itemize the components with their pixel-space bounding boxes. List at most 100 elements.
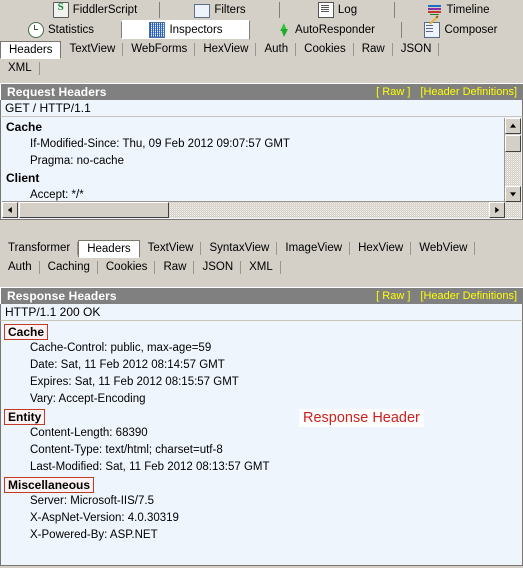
chevron-right-icon	[495, 207, 500, 213]
request-headers-title: Request Headers	[7, 85, 107, 99]
response-tab-transformer[interactable]: Transformer	[0, 240, 79, 257]
main-tab-filters[interactable]: Filters	[160, 0, 280, 20]
response-header-item: X-AspNet-Version: 4.0.30319	[30, 512, 179, 524]
response-header-definitions-link[interactable]: [Header Definitions]	[420, 290, 517, 302]
request-headers-body: Cache If-Modified-Since: Thu, 09 Feb 201…	[0, 117, 523, 220]
request-tab-hexview[interactable]: HexView	[195, 41, 257, 58]
request-tab-textview-label: TextView	[69, 43, 116, 55]
chevron-up-icon	[510, 123, 516, 128]
response-headers-list: Cache Cache-Control: public, max-age=59 …	[1, 321, 522, 544]
request-group-client-row: Client	[4, 170, 522, 187]
request-horizontal-scrollbar[interactable]	[2, 201, 505, 218]
response-tab-textview[interactable]: TextView	[139, 240, 202, 257]
request-vertical-scroll-thumb[interactable]	[505, 135, 521, 152]
response-raw-link[interactable]: [ Raw ]	[376, 290, 410, 302]
chevron-left-icon	[7, 207, 12, 213]
request-tab-xml[interactable]: XML	[0, 60, 40, 77]
request-tab-json-label: JSON	[400, 43, 432, 55]
response-tab-cookies[interactable]: Cookies	[97, 259, 156, 276]
response-tab-raw-label: Raw	[163, 261, 187, 273]
main-tab-composer[interactable]: Composer	[402, 20, 520, 40]
response-group-miscellaneous-label: Miscellaneous	[4, 477, 95, 493]
response-tab-hexview[interactable]: HexView	[350, 240, 412, 257]
response-tab-headers-label: Headers	[87, 243, 131, 255]
request-tab-cookies-label: Cookies	[304, 43, 346, 55]
panel-splitter[interactable]	[0, 234, 523, 238]
request-tab-raw-label: Raw	[361, 43, 385, 55]
chevron-down-icon	[510, 192, 516, 197]
request-horizontal-scroll-thumb[interactable]	[19, 202, 169, 218]
main-tab-autoresponder-label: AutoResponder	[295, 24, 375, 36]
response-tab-imageview[interactable]: ImageView	[277, 240, 351, 257]
request-headers-panel: Request Headers [ Raw ] [Header Definiti…	[0, 83, 523, 220]
response-header-item: Content-Length: 68390	[30, 427, 148, 439]
response-header-item: Expires: Sat, 11 Feb 2012 08:15:57 GMT	[30, 376, 239, 388]
response-group-cache-row: Cache	[4, 323, 522, 340]
request-scroll-left-button[interactable]	[2, 202, 18, 218]
request-tab-cookies[interactable]: Cookies	[296, 41, 354, 58]
response-header-item: Vary: Accept-Encoding	[30, 393, 146, 405]
response-tab-headers[interactable]: Headers	[78, 240, 140, 258]
inspectors-grid-icon	[149, 22, 166, 38]
response-subtabs-row-2: Auth Caching Cookies Raw JSON XML	[0, 259, 523, 278]
response-headers-panel: Response Headers [ Raw ] [Header Definit…	[0, 287, 523, 566]
response-headers-body: Cache Cache-Control: public, max-age=59 …	[0, 321, 523, 566]
response-header-item: Content-Type: text/html; charset=utf-8	[30, 444, 223, 456]
request-headers-titlebar: Request Headers [ Raw ] [Header Definiti…	[0, 83, 523, 100]
main-tab-log[interactable]: Log	[280, 0, 395, 20]
response-tab-xml[interactable]: XML	[241, 259, 281, 276]
request-scroll-right-button[interactable]	[489, 202, 505, 218]
response-group-cache-label: Cache	[4, 324, 49, 340]
response-header-item: Date: Sat, 11 Feb 2012 08:14:57 GMT	[30, 359, 225, 371]
response-header-item: Cache-Control: public, max-age=59	[30, 342, 212, 354]
request-tab-headers-label: Headers	[9, 44, 53, 56]
request-vertical-scrollbar[interactable]	[504, 118, 521, 218]
response-tab-json[interactable]: JSON	[194, 259, 242, 276]
request-tab-json[interactable]: JSON	[392, 41, 440, 58]
main-tab-inspectors[interactable]: Inspectors	[122, 20, 250, 40]
request-tab-xml-label: XML	[8, 62, 32, 74]
response-header-item: Server: Microsoft-IIS/7.5	[30, 495, 154, 507]
response-tab-syntaxview-label: SyntaxView	[209, 242, 270, 254]
response-headers-titlebar: Response Headers [ Raw ] [Header Definit…	[0, 287, 523, 304]
fiddler-script-icon	[52, 1, 69, 18]
response-header-item: Last-Modified: Sat, 11 Feb 2012 08:13:57…	[30, 461, 270, 473]
main-tab-statistics[interactable]: Statistics	[0, 20, 122, 40]
request-scroll-down-button[interactable]	[505, 186, 521, 202]
response-tab-xml-label: XML	[249, 261, 273, 273]
autoresponder-bolt-icon	[277, 23, 291, 37]
main-tab-fiddlerscript[interactable]: FiddlerScript	[30, 0, 160, 20]
request-group-cache-label: Cache	[6, 120, 43, 134]
request-raw-link[interactable]: [ Raw ]	[376, 86, 410, 98]
request-tab-headers[interactable]: Headers	[0, 41, 62, 59]
request-subtabs-row-2: XML	[0, 60, 523, 79]
main-tabstrip-row-1: FiddlerScript Filters Log Timeline	[0, 0, 523, 20]
main-tab-autoresponder[interactable]: AutoResponder	[250, 20, 402, 40]
request-tab-auth[interactable]: Auth	[256, 41, 297, 58]
request-tab-textview[interactable]: TextView	[61, 41, 124, 58]
response-tab-syntaxview[interactable]: SyntaxView	[201, 240, 278, 257]
main-tab-filters-label: Filters	[214, 4, 246, 16]
statistics-clock-icon	[27, 22, 44, 38]
main-tabstrip-row1-spacer	[0, 0, 30, 20]
request-tab-hexview-label: HexView	[203, 43, 249, 55]
response-tab-hexview-label: HexView	[358, 242, 404, 254]
request-header-item: Pragma: no-cache	[30, 155, 124, 167]
request-header-definitions-link[interactable]: [Header Definitions]	[420, 86, 517, 98]
main-tab-timeline-label: Timeline	[446, 4, 490, 16]
request-scroll-up-button[interactable]	[505, 118, 521, 134]
response-headers-links: [ Raw ] [Header Definitions]	[376, 290, 523, 302]
response-tab-caching[interactable]: Caching	[39, 259, 99, 276]
request-tab-raw[interactable]: Raw	[353, 41, 393, 58]
response-tab-auth[interactable]: Auth	[0, 259, 40, 276]
main-tabstrip: FiddlerScript Filters Log Timeline Stati…	[0, 0, 523, 40]
main-tab-timeline[interactable]: Timeline	[395, 0, 523, 20]
response-tab-raw[interactable]: Raw	[155, 259, 195, 276]
response-tab-webview-label: WebView	[419, 242, 468, 254]
response-tab-webview[interactable]: WebView	[411, 240, 476, 257]
request-subtabs: Headers TextView WebForms HexView Auth C…	[0, 41, 523, 81]
request-tab-webforms-label: WebForms	[131, 43, 188, 55]
request-tab-webforms[interactable]: WebForms	[123, 41, 196, 58]
response-tab-textview-label: TextView	[147, 242, 194, 254]
filters-checkbox-icon	[194, 3, 211, 18]
